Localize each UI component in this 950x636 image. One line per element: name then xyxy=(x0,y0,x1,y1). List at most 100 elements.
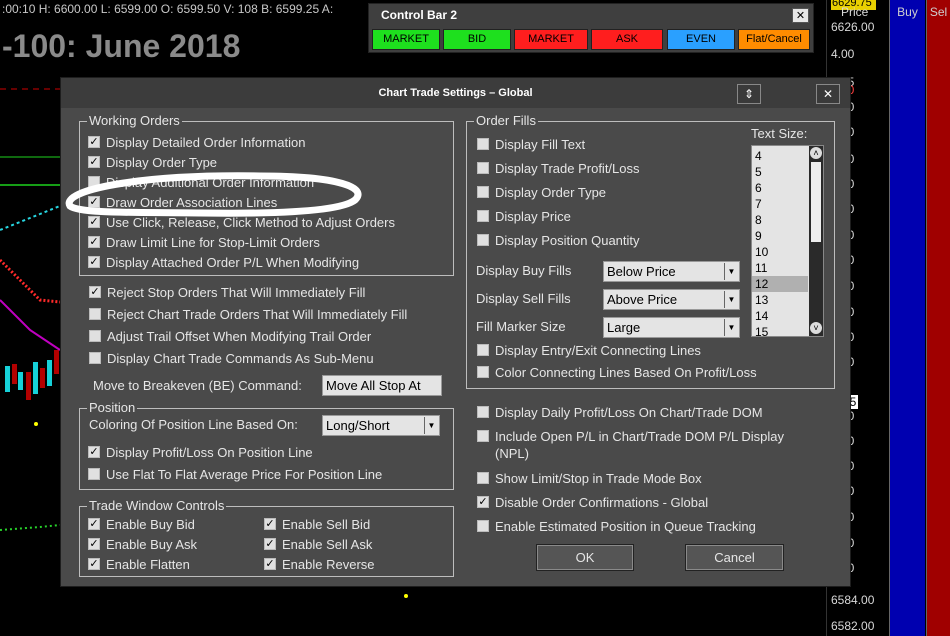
checkbox[interactable] xyxy=(477,344,489,356)
checkbox[interactable]: ✓ xyxy=(88,196,100,208)
control-btn-even[interactable]: EVEN xyxy=(667,29,735,50)
breakeven-dropdown[interactable]: Move All Stop At xyxy=(322,375,442,396)
checkbox[interactable]: ✓ xyxy=(88,558,100,570)
sell-column[interactable]: Sel xyxy=(926,0,950,636)
text-size-option[interactable]: 5 xyxy=(752,164,808,180)
checkbox[interactable] xyxy=(477,186,489,198)
bar-info-line: :00:10 H: 6600.00 L: 6599.00 O: 6599.50 … xyxy=(2,2,334,16)
checkbox-label: Use Click, Release, Click Method to Adju… xyxy=(106,215,395,230)
buy-column[interactable]: Buy xyxy=(889,0,925,636)
text-size-option[interactable]: 10 xyxy=(752,244,808,260)
checkbox[interactable] xyxy=(89,308,101,320)
checkbox[interactable] xyxy=(477,210,489,222)
working-orders-title: Working Orders xyxy=(87,113,182,128)
text-size-scrollbar[interactable]: ˄ ˅ xyxy=(809,146,823,336)
checkbox-label: Enable Flatten xyxy=(106,557,190,572)
price-label: 4.00 xyxy=(831,47,855,61)
scroll-thumb[interactable] xyxy=(811,162,821,242)
order-fills-title: Order Fills xyxy=(474,113,538,128)
coloring-dropdown[interactable]: Long/Short ▼ xyxy=(322,415,440,436)
text-size-option[interactable]: 6 xyxy=(752,180,808,196)
checkbox[interactable]: ✓ xyxy=(89,286,101,298)
checkbox-label: Show Limit/Stop in Trade Mode Box xyxy=(495,471,702,486)
checkbox[interactable] xyxy=(88,176,100,188)
chart-trade-settings-dialog[interactable]: Chart Trade Settings – Global ⇕ ✕ Workin… xyxy=(60,77,851,587)
checkbox[interactable]: ✓ xyxy=(264,538,276,550)
text-size-option[interactable]: 11 xyxy=(752,260,808,276)
checkbox[interactable]: ✓ xyxy=(264,558,276,570)
checkbox[interactable]: ✓ xyxy=(88,156,100,168)
checkbox-label: Display Additional Order Information xyxy=(106,175,315,190)
text-size-option[interactable]: 13 xyxy=(752,292,808,308)
checkbox-label: Adjust Trail Offset When Modifying Trail… xyxy=(107,329,372,344)
checkbox[interactable] xyxy=(89,330,101,342)
text-size-list[interactable]: 4 5 6 7 8 9 10 11 12 13 14 15 ˄ ˅ xyxy=(751,145,824,337)
checkbox[interactable] xyxy=(477,138,489,150)
checkbox-label: Include Open P/L in Chart/Trade DOM P/L … xyxy=(495,429,785,444)
checkbox[interactable]: ✓ xyxy=(88,538,100,550)
checkbox[interactable]: ✓ xyxy=(88,136,100,148)
checkbox[interactable] xyxy=(477,430,489,442)
text-size-option[interactable]: 8 xyxy=(752,212,808,228)
text-size-option[interactable]: 15 xyxy=(752,324,808,336)
checkbox[interactable]: ✓ xyxy=(88,236,100,248)
checkbox[interactable] xyxy=(477,520,489,532)
checkbox[interactable]: ✓ xyxy=(88,256,100,268)
checkbox[interactable] xyxy=(89,352,101,364)
text-size-option[interactable]: 4 xyxy=(752,148,808,164)
checkbox-label: Enable Reverse xyxy=(282,557,375,572)
coloring-value: Long/Short xyxy=(326,418,390,433)
control-bar-window[interactable]: Control Bar 2 ✕ MARKET BID MARKET ASK EVEN Fl… xyxy=(368,3,814,53)
checkbox[interactable] xyxy=(477,472,489,484)
chevron-up-icon[interactable]: ˄ xyxy=(810,147,822,159)
control-btn-flat-cancel[interactable]: Flat/Cancel xyxy=(738,29,810,50)
checkbox-label: Display Position Quantity xyxy=(495,233,640,248)
ok-button[interactable]: OK xyxy=(536,544,634,571)
chevron-down-icon: ▼ xyxy=(724,319,738,336)
chevron-down-icon: ▼ xyxy=(724,263,738,280)
dialog-close-icon[interactable]: ✕ xyxy=(816,84,840,104)
sell-fills-dropdown[interactable]: Above Price ▼ xyxy=(603,289,740,310)
checkbox[interactable] xyxy=(477,234,489,246)
checkbox-label: Enable Sell Bid xyxy=(282,517,371,532)
instrument-title: -100: June 2018 xyxy=(2,28,241,64)
checkbox[interactable] xyxy=(477,406,489,418)
checkbox[interactable] xyxy=(477,366,489,378)
marker-size-value: Large xyxy=(607,320,641,335)
control-bar-title: Control Bar 2 xyxy=(381,8,458,22)
control-bar-close-icon[interactable]: ✕ xyxy=(792,8,809,23)
checkbox[interactable] xyxy=(88,468,100,480)
coloring-label: Coloring Of Position Line Based On: xyxy=(89,417,298,432)
resize-icon[interactable]: ⇕ xyxy=(737,84,761,104)
text-size-option[interactable]: 7 xyxy=(752,196,808,212)
checkbox[interactable]: ✓ xyxy=(477,496,489,508)
marker-size-label: Fill Marker Size xyxy=(476,319,566,334)
cancel-button[interactable]: Cancel xyxy=(685,544,784,571)
chevron-down-icon: ▼ xyxy=(724,291,738,308)
checkbox[interactable]: ✓ xyxy=(264,518,276,530)
checkbox[interactable]: ✓ xyxy=(88,216,100,228)
control-btn-bid[interactable]: BID xyxy=(443,29,511,50)
position-group: Position Coloring Of Position Line Based… xyxy=(79,400,454,490)
buy-fills-dropdown[interactable]: Below Price ▼ xyxy=(603,261,740,282)
checkbox-label: Enable Buy Ask xyxy=(106,537,198,552)
text-size-option[interactable]: 9 xyxy=(752,228,808,244)
buy-fills-value: Below Price xyxy=(607,264,676,279)
text-size-option[interactable]: 14 xyxy=(752,308,808,324)
buy-header: Buy xyxy=(897,5,918,19)
breakeven-value: Move All Stop At xyxy=(326,378,421,393)
checkbox-label: Display Fill Text xyxy=(495,137,586,152)
checkbox[interactable]: ✓ xyxy=(88,518,100,530)
marker-size-dropdown[interactable]: Large ▼ xyxy=(603,317,740,338)
checkbox[interactable] xyxy=(477,162,489,174)
control-btn-market[interactable]: MARKET xyxy=(372,29,440,50)
text-size-label: Text Size: xyxy=(751,126,808,141)
control-btn-market[interactable]: MARKET xyxy=(514,29,588,50)
price-label: 6582.00 xyxy=(831,619,875,633)
chevron-down-icon[interactable]: ˅ xyxy=(810,322,822,334)
control-btn-ask[interactable]: ASK xyxy=(591,29,663,50)
checkbox[interactable]: ✓ xyxy=(88,446,100,458)
checkbox-label: Disable Order Confirmations - Global xyxy=(495,495,709,510)
checkbox-label: Reject Stop Orders That Will Immediately… xyxy=(107,285,366,300)
text-size-option[interactable]: 12 xyxy=(752,276,808,292)
